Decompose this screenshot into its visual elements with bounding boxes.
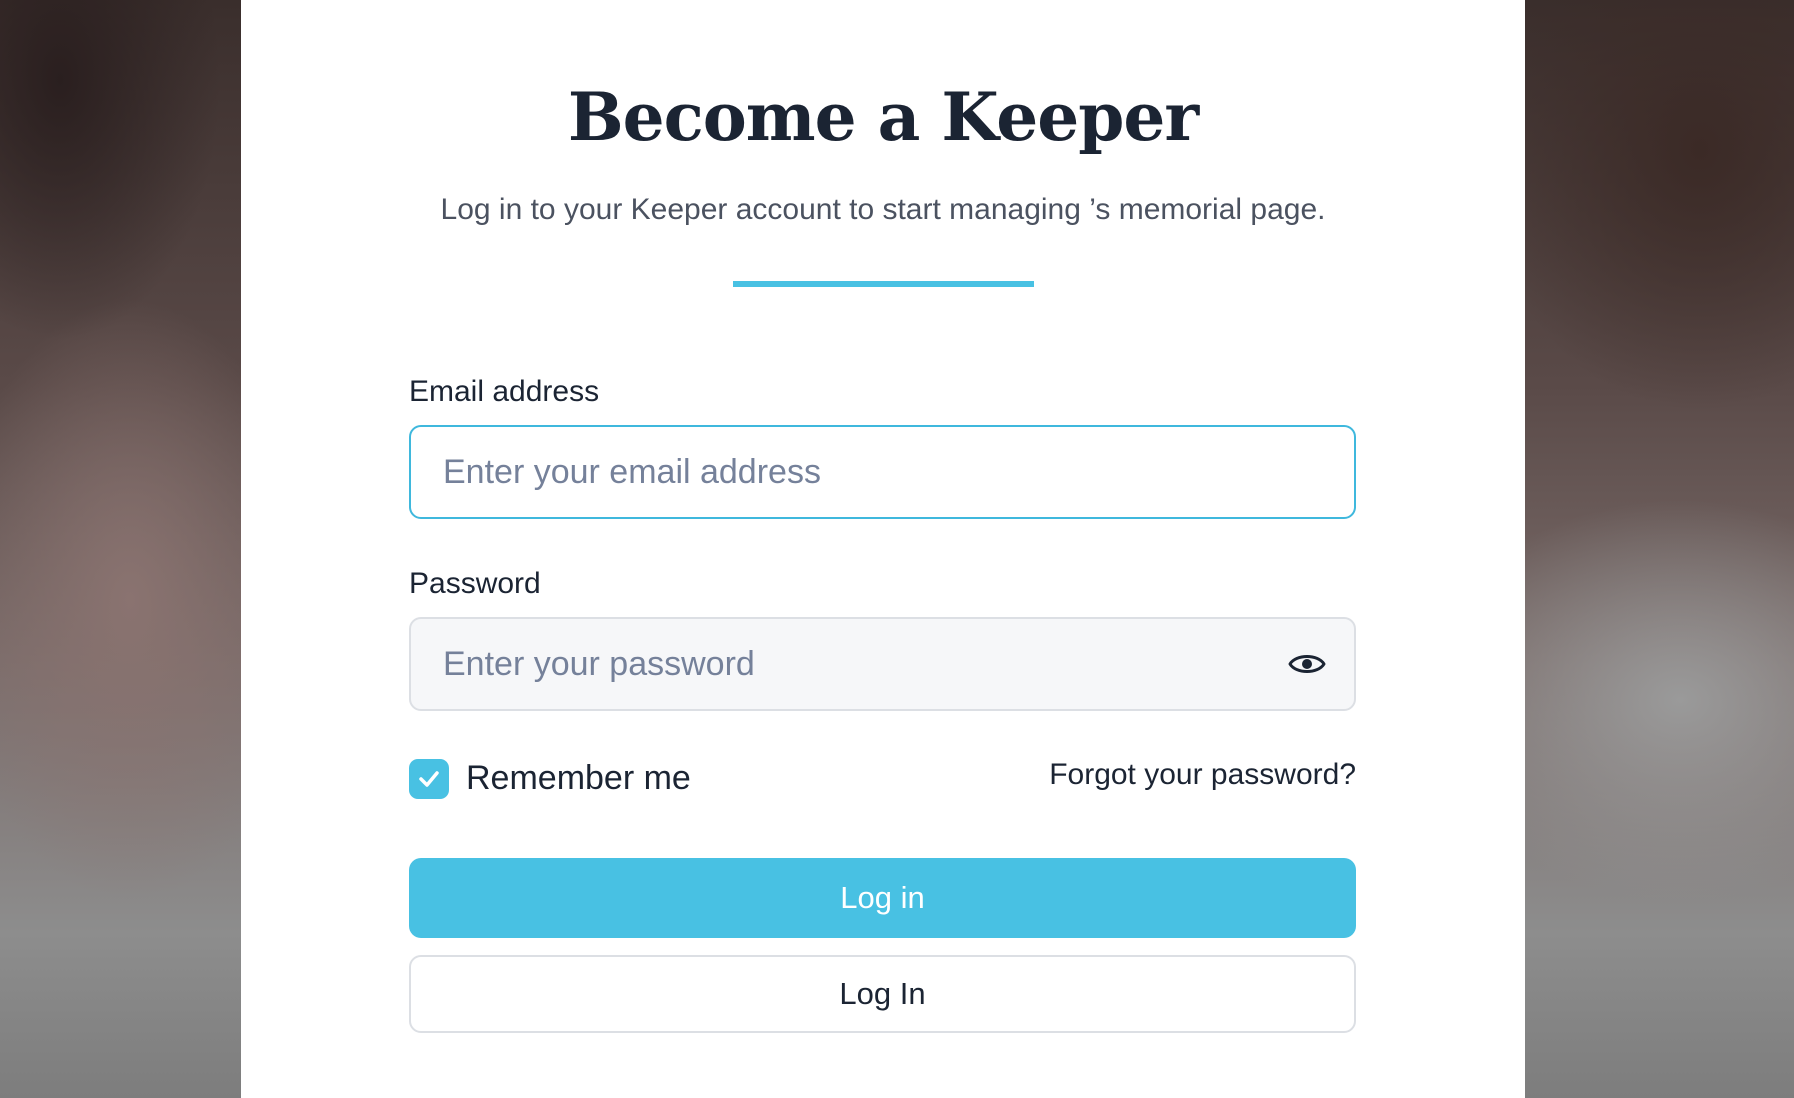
forgot-password-link[interactable]: Forgot your password? (1049, 755, 1356, 795)
email-label: Email address (409, 375, 600, 408)
page-subtitle: Log in to your Keeper account to start m… (440, 193, 1326, 226)
password-label: Password (409, 567, 541, 600)
login-card: Become a Keeper Log in to your Keeper ac… (241, 0, 1525, 1098)
password-field[interactable] (409, 617, 1356, 711)
page-title: Become a Keeper (567, 78, 1199, 156)
log-in-button[interactable]: Log in (409, 858, 1356, 938)
remember-me-label[interactable]: Remember me (466, 756, 691, 800)
accent-divider (733, 281, 1034, 287)
checkmark-icon (419, 771, 439, 787)
eye-icon[interactable] (1287, 648, 1327, 680)
email-field[interactable] (409, 425, 1356, 519)
log-in-alt-button[interactable]: Log In (409, 955, 1356, 1033)
remember-me-checkbox[interactable] (409, 759, 449, 799)
